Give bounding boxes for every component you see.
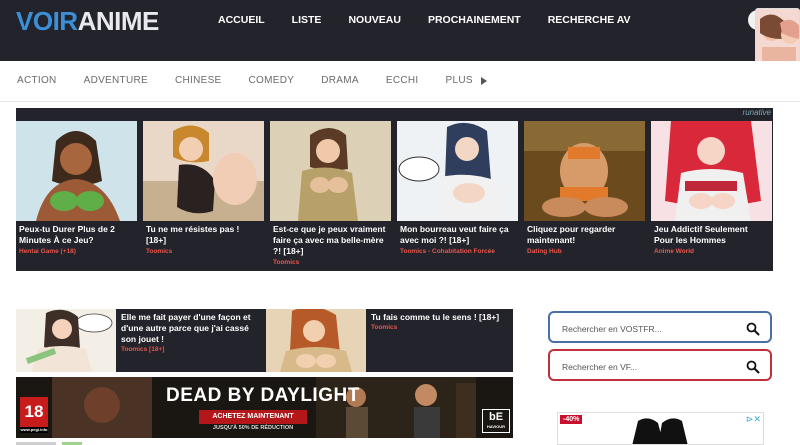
ad-thumbnail: [16, 309, 116, 372]
category-adventure[interactable]: ADVENTURE: [84, 75, 148, 87]
search-vostfr-input[interactable]: [562, 322, 742, 336]
category-bar: ACTION ADVENTURE CHINESE COMEDY DRAMA EC…: [0, 61, 800, 102]
ad-thumbnail: [270, 121, 391, 221]
top-header: VOIRANIME ACCUEIL LISTE NOUVEAU PROCHAIN…: [0, 0, 800, 61]
product-image: [632, 418, 688, 444]
ad-tile[interactable]: Tu ne me résistes pas ! [18+] Toomics: [143, 121, 264, 271]
ad-source: Anime World: [654, 248, 694, 255]
site-logo[interactable]: VOIRANIME: [16, 6, 159, 36]
ad-tile[interactable]: Mon bourreau veut faire ça avec moi ?! […: [397, 121, 518, 271]
ad-caption: Jeu Addictif Seulement Pour les Hommes: [654, 224, 748, 245]
category-drama[interactable]: DRAMA: [321, 75, 359, 87]
ad-tile[interactable]: Elle me fait payer d'une façon et d'une …: [16, 309, 264, 372]
ad-caption: Tu fais comme tu le sens ! [18+]: [371, 312, 500, 322]
main-nav: ACCUEIL LISTE NOUVEAU PROCHAINEMENT RECH…: [218, 13, 658, 27]
corner-ad-image: [756, 9, 799, 63]
ad-source: Toomics - Cohabitation Forcée: [400, 248, 495, 255]
ad-caption: Peux-tu Durer Plus de 2 Minutes À ce Jeu…: [19, 224, 115, 245]
ad-tile[interactable]: Jeu Addictif Seulement Pour les Hommes A…: [651, 121, 772, 271]
buy-now-button[interactable]: ACHETEZ MAINTENANT: [199, 410, 307, 424]
ad-tile[interactable]: Peux-tu Durer Plus de 2 Minutes À ce Jeu…: [16, 121, 137, 271]
nav-nouveau[interactable]: NOUVEAU: [348, 13, 401, 27]
bottom-row-fragment: [16, 442, 82, 445]
nav-prochainement[interactable]: PROCHAINEMENT: [428, 13, 521, 27]
pegi-rating: 18: [24, 402, 44, 421]
ad-source: Dating Hub: [527, 248, 562, 255]
category-chinese[interactable]: CHINESE: [175, 75, 222, 87]
ad-tile[interactable]: Cliquez pour regarder maintenant! Dating…: [524, 121, 645, 271]
ad-source: Hentai Game (+18): [19, 248, 76, 255]
nav-recherche-av[interactable]: RECHERCHE AV: [548, 13, 631, 27]
ad-caption: Tu ne me résistes pas ! [18+]: [146, 224, 240, 245]
logo-part-anime: ANIME: [77, 6, 160, 36]
category-more-label: PLUS: [445, 75, 473, 86]
banner-title: DEAD BY DAYLIGHT: [166, 385, 360, 406]
search-vf: [548, 349, 772, 381]
logo-part-voir: VOIR: [16, 6, 78, 36]
ad-tile[interactable]: Est-ce que je peux vraiment faire ça ave…: [270, 121, 391, 271]
category-ecchi[interactable]: ECCHI: [386, 75, 419, 87]
ad-thumbnail: [266, 309, 366, 372]
search-icon[interactable]: [746, 322, 760, 336]
ad-source: Toomics: [273, 259, 300, 266]
banner-discount-text: JUSQU'À 50% DE RÉDUCTION: [212, 425, 294, 431]
ad-caption: Cliquez pour regarder maintenant!: [527, 224, 616, 245]
ad-tile[interactable]: Tu fais comme tu le sens ! [18+] Toomics: [266, 309, 513, 372]
ad-source: Toomics: [146, 248, 173, 255]
ad-thumbnail: [651, 121, 772, 221]
pegi-site: www.pegi.info: [20, 427, 48, 433]
ad-source: Toomics [18+]: [121, 346, 165, 353]
category-comedy[interactable]: COMEDY: [249, 75, 295, 87]
ad-caption: Mon bourreau veut faire ça avec moi ?! […: [400, 224, 509, 245]
ad-source: Toomics: [371, 324, 398, 331]
publisher-logo: bE HAVIOUR: [482, 409, 510, 433]
ad-choices-icon[interactable]: ⊳✕: [746, 414, 761, 425]
ad-thumbnail: [524, 121, 645, 221]
search-vf-input[interactable]: [562, 360, 742, 374]
sponsored-strip: Elle me fait payer d'une façon et d'une …: [16, 309, 513, 372]
search-vostfr: [548, 311, 772, 343]
ad-thumbnail: [143, 121, 264, 221]
play-arrow-icon: [480, 77, 487, 85]
nav-accueil[interactable]: ACCUEIL: [218, 13, 265, 27]
ad-thumbnail: [397, 121, 518, 221]
nav-liste[interactable]: LISTE: [292, 13, 322, 27]
publisher-mark: bE: [488, 411, 504, 423]
ad-thumbnail: [16, 121, 137, 221]
side-product-ad[interactable]: -40% ⊳✕: [557, 412, 764, 445]
search-icon[interactable]: [746, 360, 760, 374]
ad-caption: Elle me fait payer d'une façon et d'une …: [121, 312, 251, 344]
publisher-sub: HAVIOUR: [486, 424, 506, 429]
ad-network-badge[interactable]: runative: [743, 108, 771, 117]
corner-ad-thumbnail[interactable]: [755, 8, 800, 64]
category-more[interactable]: PLUS: [445, 75, 487, 87]
native-ad-block: runative Peux-tu Durer Plus de 2 Minutes…: [16, 108, 773, 271]
ad-caption: Est-ce que je peux vraiment faire ça ave…: [273, 224, 386, 256]
game-banner-ad[interactable]: 18 www.pegi.info DEAD BY DAYLIGHT ACHETE…: [16, 377, 513, 438]
category-action[interactable]: ACTION: [17, 75, 57, 87]
pegi-rating-badge: 18 www.pegi.info: [20, 397, 48, 433]
